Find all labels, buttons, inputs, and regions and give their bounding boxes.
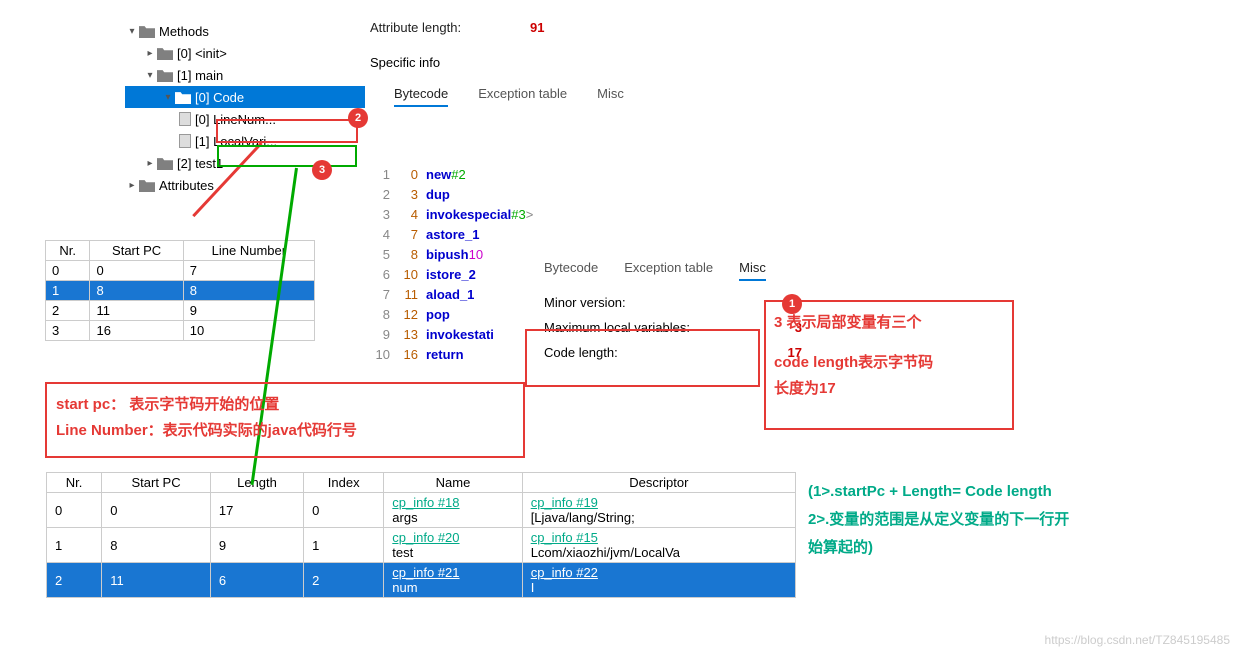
badge-2: 2 [348, 108, 368, 128]
tab-exception[interactable]: Exception table [478, 86, 567, 107]
ln-th-nr[interactable]: Nr. [46, 241, 90, 261]
startpc-anno: start pc： 表示字节码开始的位置 Line Number：表示代码实际的… [56, 392, 357, 444]
lv-th-nr[interactable]: Nr. [47, 473, 102, 493]
folder-icon [175, 90, 191, 104]
watermark: https://blog.csdn.net/TZ845195485 [1045, 633, 1230, 647]
right-anno: 3 表示局部变量有三个 code length表示字节码 长度为17 [774, 310, 933, 402]
minor-version-label: Minor version: [544, 295, 626, 310]
tree-methods[interactable]: ▾Methods [125, 20, 365, 42]
tree-main[interactable]: ▾[1] main [125, 64, 365, 86]
table-row[interactable]: 188 [46, 281, 315, 301]
folder-icon [139, 178, 155, 192]
lv-th-desc[interactable]: Descriptor [522, 473, 795, 493]
cp-link[interactable]: cp_info #22 [531, 565, 598, 580]
lv-th-length[interactable]: Length [210, 473, 303, 493]
cp-link[interactable]: cp_info #21 [392, 565, 459, 580]
bytecode-line: 47 astore_1 [370, 225, 533, 245]
file-icon [179, 112, 191, 126]
specific-info-label: Specific info [370, 55, 920, 70]
ln-th-startpc[interactable]: Start PC [90, 241, 183, 261]
cp-link[interactable]: cp_info #15 [531, 530, 598, 545]
tree-init[interactable]: ▸[0] <init> [125, 42, 365, 64]
folder-icon [139, 24, 155, 38]
bytecode-line: 913 invokestati [370, 325, 533, 345]
table-row[interactable]: 00170cp_info #18argscp_info #19[Ljava/la… [47, 493, 796, 528]
attr-length-label: Attribute length: [370, 20, 530, 35]
lv-th-startpc[interactable]: Start PC [102, 473, 211, 493]
badge-3: 3 [312, 160, 332, 180]
bytecode-line: 812 pop [370, 305, 533, 325]
chevron-right-icon: ▸ [125, 180, 139, 191]
linenum-highlight-box [216, 119, 358, 143]
tree-attributes[interactable]: ▸Attributes [125, 174, 365, 196]
localvar-highlight-box [217, 145, 357, 167]
code-tabs: Bytecode Exception table Misc [370, 86, 920, 107]
chevron-down-icon: ▾ [125, 26, 139, 37]
cp-link[interactable]: cp_info #18 [392, 495, 459, 510]
bytecode-listing: 10 new #2 23 dup34 invokespecial #3 >47 … [370, 165, 533, 365]
misc-highlight-box [525, 329, 760, 387]
bytecode-line: 10 new #2 [370, 165, 533, 185]
attribute-panel: Attribute length: 91 Specific info Bytec… [370, 20, 920, 119]
badge-1: 1 [782, 294, 802, 314]
chevron-down-icon: ▾ [161, 92, 175, 103]
bytecode-line: 34 invokespecial #3 > [370, 205, 533, 225]
folder-icon [157, 156, 173, 170]
attr-length-value: 91 [530, 20, 544, 35]
misc-tab-bytecode[interactable]: Bytecode [544, 260, 598, 281]
ln-th-line[interactable]: Line Number [183, 241, 314, 261]
file-icon [179, 134, 191, 148]
cp-link[interactable]: cp_info #19 [531, 495, 598, 510]
lv-th-index[interactable]: Index [304, 473, 384, 493]
tree-code[interactable]: ▾[0] Code [125, 86, 365, 108]
table-row[interactable]: 21162cp_info #21numcp_info #22I [47, 563, 796, 598]
folder-icon [157, 68, 173, 82]
table-row[interactable]: 1891cp_info #20testcp_info #15Lcom/xiaoz… [47, 528, 796, 563]
folder-icon [157, 46, 173, 60]
bytecode-line: 1016 return [370, 345, 533, 365]
chevron-right-icon: ▸ [143, 158, 157, 169]
cp-link[interactable]: cp_info #20 [392, 530, 459, 545]
bytecode-line: 610 istore_2 [370, 265, 533, 285]
lv-th-name[interactable]: Name [384, 473, 522, 493]
bytecode-line: 23 dup [370, 185, 533, 205]
bytecode-line: 58 bipush 10 [370, 245, 533, 265]
green-anno: (1>.startPc + Length= Code length 2>.变量的… [808, 478, 1069, 562]
misc-tab-exception[interactable]: Exception table [624, 260, 713, 281]
bytecode-line: 711 aload_1 [370, 285, 533, 305]
tab-bytecode[interactable]: Bytecode [394, 86, 448, 107]
table-row[interactable]: 007 [46, 261, 315, 281]
local-variable-table: Nr. Start PC Length Index Name Descripto… [46, 472, 796, 598]
chevron-right-icon: ▸ [143, 48, 157, 59]
misc-tab-misc[interactable]: Misc [739, 260, 766, 281]
chevron-down-icon: ▾ [143, 70, 157, 81]
tab-misc[interactable]: Misc [597, 86, 624, 107]
